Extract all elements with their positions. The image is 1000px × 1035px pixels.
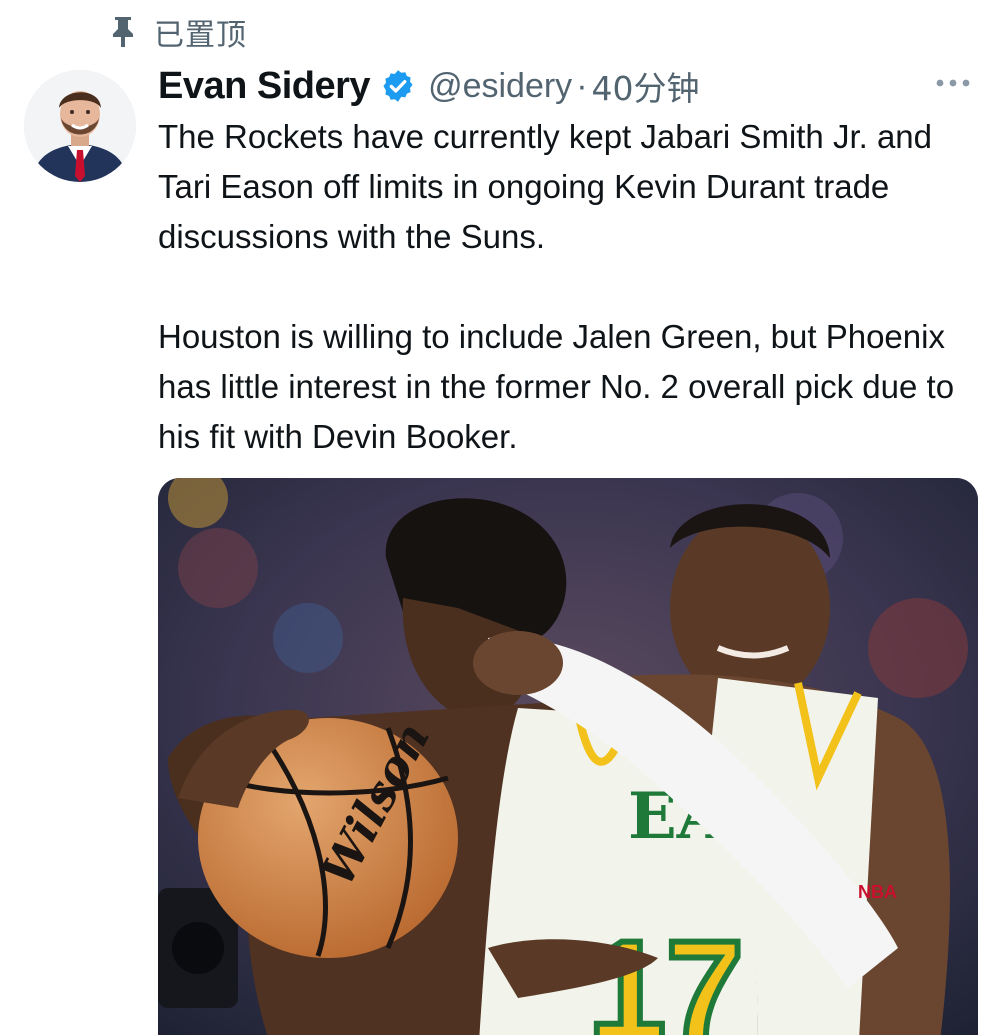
tweet-paragraph: The Rockets have currently kept Jabari S… [158, 118, 933, 255]
display-name[interactable]: Evan Sidery [158, 65, 371, 108]
pinned-label: 已置顶 [154, 18, 247, 53]
timestamp[interactable]: 40分钟 [592, 62, 700, 110]
pin-icon [113, 17, 133, 47]
pinned-indicator: 已置顶 [110, 12, 247, 53]
more-dots-icon[interactable] [934, 76, 972, 90]
avatar-image [24, 70, 136, 182]
separator-dot: · [576, 66, 588, 105]
tweet-photo[interactable]: EAS 17 NBA Wilson [158, 478, 978, 1035]
user-handle[interactable]: @esidery [428, 67, 572, 106]
tweet-paragraph: Houston is willing to include Jalen Gree… [158, 318, 955, 455]
basketball-players-photo: EAS 17 NBA Wilson [158, 478, 978, 1035]
verified-badge-icon [383, 70, 413, 102]
avatar[interactable] [24, 70, 136, 182]
sleeve-logo: NBA [858, 882, 897, 902]
tweet-text: The Rockets have currently kept Jabari S… [158, 112, 958, 462]
tweet-page: 已置顶 Evan Sidery @esidery · 40分钟 The Rock… [0, 0, 1000, 1035]
tweet-header: Evan Sidery @esidery · 40分钟 [158, 62, 700, 110]
